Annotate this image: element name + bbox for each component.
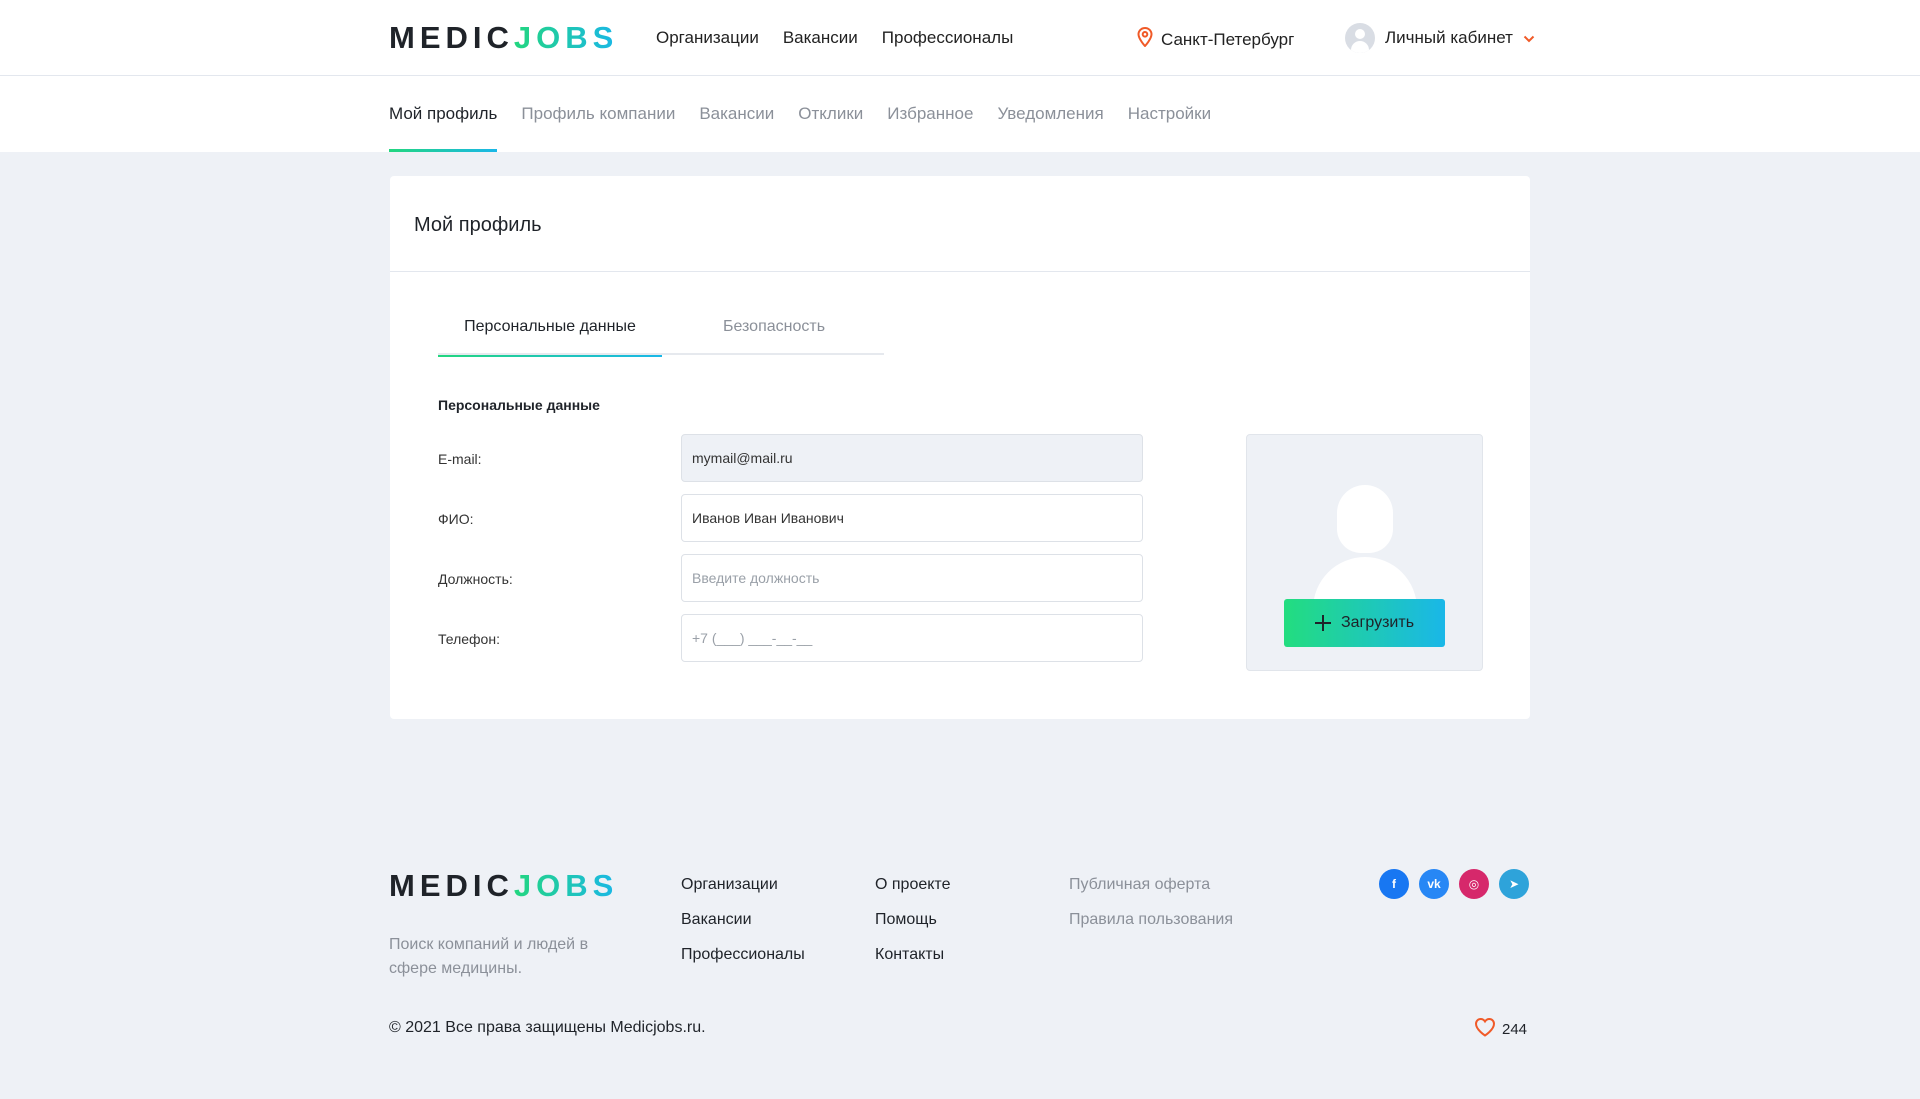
city-selector[interactable]: Санкт-Петербург [1137, 26, 1295, 52]
vk-icon[interactable]: vk [1419, 869, 1449, 899]
footer-link-contacts[interactable]: Контакты [875, 944, 950, 966]
logo-medic: MEDIC [389, 20, 514, 55]
subnav-responses[interactable]: Отклики [798, 76, 863, 152]
footer-logo[interactable]: MEDICJOBS [389, 868, 618, 904]
account-menu[interactable]: Личный кабинет [1345, 23, 1535, 53]
heart-icon [1474, 1017, 1496, 1041]
footer-col-legal: Публичная оферта Правила пользования [1069, 874, 1233, 931]
tab-personal-data[interactable]: Персональные данные [438, 312, 662, 357]
location-pin-icon [1137, 26, 1153, 52]
header: MEDICJOBS Организации Вакансии Профессио… [0, 0, 1920, 76]
telegram-icon[interactable]: ➤ [1499, 869, 1529, 899]
email-label: E-mail: [438, 451, 482, 467]
logo-jobs: JOBS [513, 20, 619, 55]
plus-icon [1314, 615, 1331, 631]
footer-link-terms[interactable]: Правила пользования [1069, 909, 1233, 931]
footer-col-main: Организации Вакансии Профессионалы [681, 874, 805, 966]
chevron-down-icon [1523, 28, 1535, 48]
subnav-settings[interactable]: Настройки [1128, 76, 1211, 152]
footer-logo-jobs: JOBS [513, 868, 619, 903]
copyright: © 2021 Все права защищены Medicjobs.ru. [389, 1019, 706, 1036]
city-name: Санкт-Петербург [1161, 29, 1295, 49]
page-title: Мой профиль [414, 214, 542, 236]
divider [390, 271, 1530, 272]
profile-card: Мой профиль Персональные данные Безопасн… [390, 176, 1530, 719]
tab-security[interactable]: Безопасность [662, 312, 886, 355]
footer-link-professionals[interactable]: Профессионалы [681, 944, 805, 966]
fullname-field[interactable]: Иванов Иван Иванович [681, 494, 1143, 542]
upload-photo-button[interactable]: Загрузить [1284, 599, 1445, 647]
likes-count: 244 [1502, 1020, 1528, 1038]
phone-field[interactable]: +7 (___) ___-__-__ [681, 614, 1143, 662]
footer-col-info: О проекте Помощь Контакты [875, 874, 950, 966]
footer-tagline: Поиск компаний и людей в сфере медицины. [389, 936, 589, 977]
footer-link-organizations[interactable]: Организации [681, 874, 805, 896]
footer-link-about[interactable]: О проекте [875, 874, 950, 896]
facebook-icon[interactable]: f [1379, 869, 1409, 899]
top-nav: Организации Вакансии Профессионалы [656, 28, 1013, 48]
profile-tabs: Персональные данные Безопасность [438, 312, 886, 357]
fullname-label: ФИО: [438, 511, 474, 527]
avatar [1345, 23, 1375, 53]
footer-logo-medic: MEDIC [389, 868, 514, 903]
subnav-notifications[interactable]: Уведомления [997, 76, 1103, 152]
profile-subnav: Мой профиль Профиль компании Вакансии От… [0, 76, 1920, 152]
footer-link-offer[interactable]: Публичная оферта [1069, 874, 1233, 896]
subnav-vacancies[interactable]: Вакансии [699, 76, 774, 152]
footer-link-help[interactable]: Помощь [875, 909, 950, 931]
section-heading: Персональные данные [438, 397, 600, 413]
subnav-favorites[interactable]: Избранное [887, 76, 973, 152]
position-label: Должность: [438, 571, 513, 587]
subnav-my-profile[interactable]: Мой профиль [389, 76, 498, 152]
avatar-placeholder-icon [1337, 485, 1393, 553]
subnav-company-profile[interactable]: Профиль компании [521, 76, 675, 152]
instagram-icon[interactable]: ◎ [1459, 869, 1489, 899]
likes-counter[interactable]: 244 [1474, 1017, 1527, 1041]
email-field[interactable]: mymail@mail.ru [681, 434, 1143, 482]
position-field[interactable]: Введите должность [681, 554, 1143, 602]
phone-label: Телефон: [438, 631, 500, 647]
social-links: f vk ◎ ➤ [1379, 869, 1529, 899]
account-label: Личный кабинет [1385, 28, 1513, 47]
footer-link-vacancies[interactable]: Вакансии [681, 909, 805, 931]
logo[interactable]: MEDICJOBS [389, 20, 618, 56]
upload-label: Загрузить [1340, 614, 1415, 631]
nav-organizations[interactable]: Организации [656, 28, 759, 48]
photo-upload-area: Загрузить [1246, 434, 1483, 671]
nav-professionals[interactable]: Профессионалы [882, 28, 1014, 48]
nav-vacancies[interactable]: Вакансии [783, 28, 858, 48]
